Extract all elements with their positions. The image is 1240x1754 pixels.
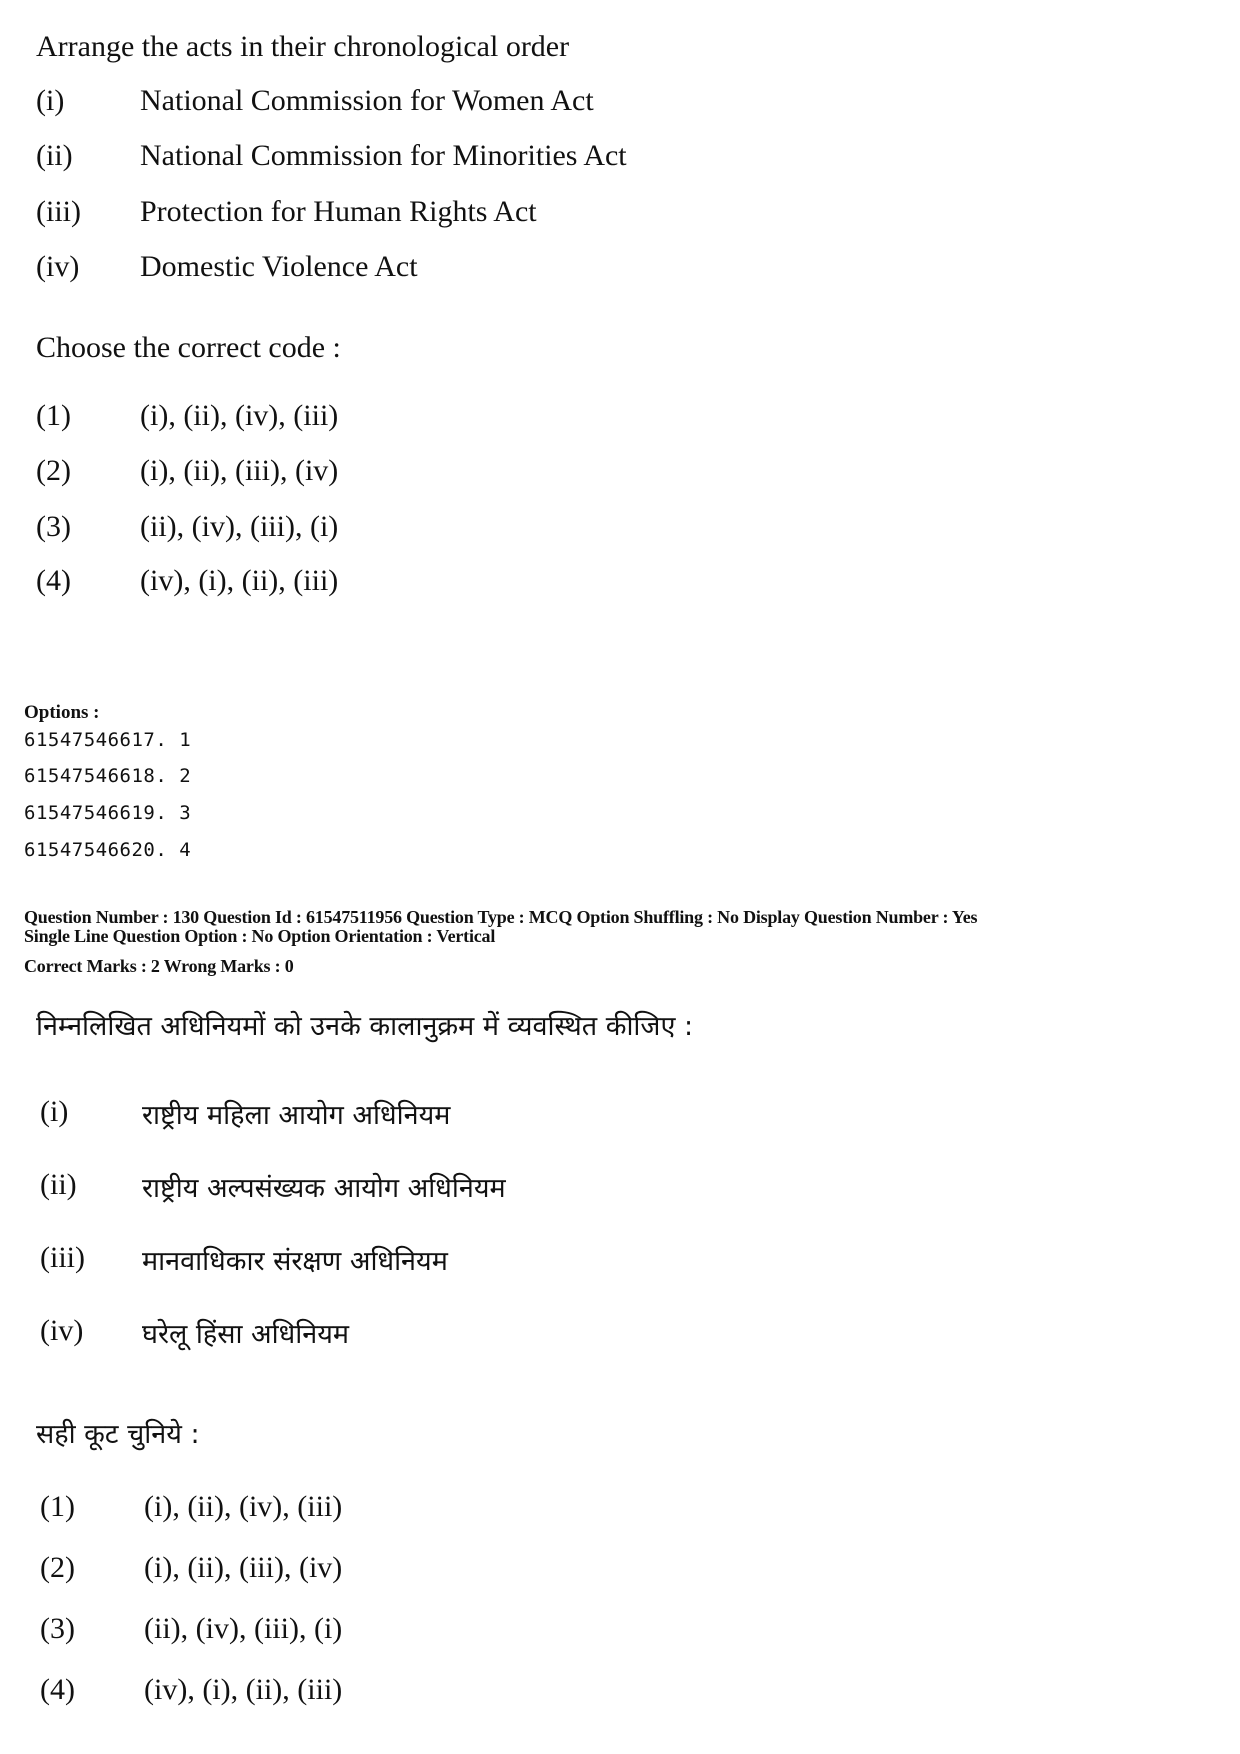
statement-text: Domestic Violence Act xyxy=(140,250,418,283)
code-number: (4) xyxy=(40,1673,75,1706)
choose-code-label: Choose the correct code : xyxy=(36,331,341,364)
options-label: Options : xyxy=(24,702,100,723)
statement-number: (iv) xyxy=(40,1314,84,1347)
code-text: (i), (ii), (iv), (iii) xyxy=(144,1490,343,1523)
statement-number: (i) xyxy=(36,84,65,117)
code-number: (3) xyxy=(36,510,71,543)
marks-line: Correct Marks : 2 Wrong Marks : 0 xyxy=(24,956,294,976)
question-text-hindi: निम्नलिखित अधिनियमों को उनके कालानुक्रम … xyxy=(36,1011,694,1042)
code-number: (2) xyxy=(36,454,71,487)
code-number: (1) xyxy=(40,1490,75,1523)
statement-number: (iii) xyxy=(36,195,81,228)
option-id: 61547546617. 1 xyxy=(24,729,192,751)
option-id: 61547546620. 4 xyxy=(24,839,192,861)
question-text-english: Arrange the acts in their chronological … xyxy=(36,30,570,63)
code-text: (iv), (i), (ii), (iii) xyxy=(144,1673,343,1706)
option-id: 61547546619. 3 xyxy=(24,802,192,824)
statement-text: मानवाधिकार संरक्षण अधिनियम xyxy=(142,1246,448,1277)
statement-text: Protection for Human Rights Act xyxy=(140,195,537,228)
choose-code-label-hindi: सही कूट चुनिये : xyxy=(36,1419,200,1450)
statement-text: राष्ट्रीय महिला आयोग अधिनियम xyxy=(142,1100,451,1131)
code-text: (i), (ii), (iii), (iv) xyxy=(144,1551,343,1584)
statement-number: (i) xyxy=(40,1095,69,1128)
code-number: (4) xyxy=(36,564,71,597)
statement-text: National Commission for Minorities Act xyxy=(140,139,627,172)
question-meta-line: Single Line Question Option : No Option … xyxy=(24,926,496,946)
statement-text: National Commission for Women Act xyxy=(140,84,594,117)
code-number: (3) xyxy=(40,1612,75,1645)
statement-number: (iii) xyxy=(40,1241,85,1274)
option-id: 61547546618. 2 xyxy=(24,765,192,787)
code-text: (ii), (iv), (iii), (i) xyxy=(140,510,339,543)
question-meta-line: Question Number : 130 Question Id : 6154… xyxy=(24,907,978,927)
statement-number: (iv) xyxy=(36,250,80,283)
statement-number: (ii) xyxy=(36,139,73,172)
code-number: (2) xyxy=(40,1551,75,1584)
code-text: (ii), (iv), (iii), (i) xyxy=(144,1612,343,1645)
statement-number: (ii) xyxy=(40,1168,77,1201)
code-text: (i), (ii), (iii), (iv) xyxy=(140,454,339,487)
code-number: (1) xyxy=(36,399,71,432)
code-text: (iv), (i), (ii), (iii) xyxy=(140,564,339,597)
statement-text: घरेलू हिंसा अधिनियम xyxy=(142,1319,350,1350)
code-text: (i), (ii), (iv), (iii) xyxy=(140,399,339,432)
statement-text: राष्ट्रीय अल्पसंख्यक आयोग अधिनियम xyxy=(142,1173,506,1204)
